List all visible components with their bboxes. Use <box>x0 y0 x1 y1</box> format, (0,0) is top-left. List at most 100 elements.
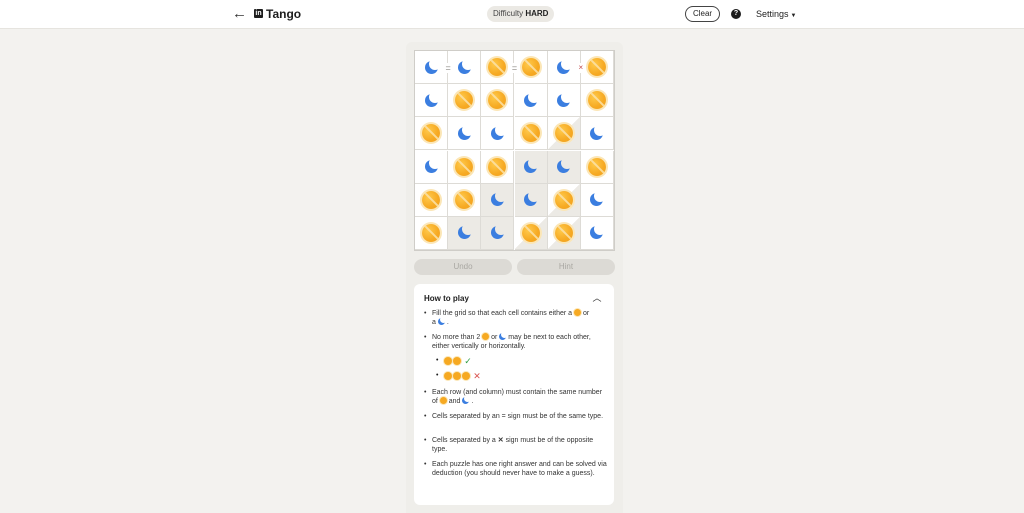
sun-icon <box>554 190 573 209</box>
board-cell[interactable] <box>580 84 614 118</box>
linkedin-logo: in <box>254 9 263 18</box>
board-cell[interactable] <box>481 183 515 217</box>
moon-icon <box>490 190 507 207</box>
board-cell[interactable] <box>514 84 548 118</box>
moon-icon <box>457 123 474 140</box>
cross-icon: ✕ <box>473 371 481 381</box>
settings-menu[interactable]: Settings ▼ <box>756 9 796 22</box>
arrow-left-icon[interactable]: ← <box>232 6 247 22</box>
sun-icon <box>587 157 606 176</box>
example-valid: ✓ <box>436 356 472 367</box>
board-cell[interactable] <box>448 183 482 217</box>
sun-icon <box>587 58 606 77</box>
board-cell[interactable] <box>547 216 581 250</box>
rule-text: . <box>446 319 449 326</box>
settings-label[interactable]: Settings <box>756 9 789 19</box>
board-cell[interactable] <box>580 216 614 250</box>
board-cell[interactable] <box>415 84 449 118</box>
difficulty-value: HARD <box>525 9 549 18</box>
sun-icon <box>554 223 573 242</box>
how-to-play-title: How to play <box>424 294 469 303</box>
moon-icon <box>557 90 574 107</box>
moon-icon <box>490 223 507 240</box>
control-row: Undo Hint <box>414 259 615 275</box>
hint-button[interactable]: Hint <box>517 259 615 275</box>
caret-down-icon[interactable]: ▼ <box>791 13 797 19</box>
board-cell[interactable] <box>448 216 482 250</box>
board-cell[interactable] <box>580 117 614 151</box>
board-cell[interactable] <box>580 150 614 184</box>
sun-icon <box>488 58 507 77</box>
difficulty-label: Difficulty <box>493 9 524 18</box>
moon-icon <box>590 190 607 207</box>
board-cell[interactable] <box>415 150 449 184</box>
moon-icon <box>424 157 441 174</box>
board-cell[interactable] <box>481 150 515 184</box>
sun-icon <box>521 58 540 77</box>
moon-icon <box>524 90 541 107</box>
sun-icon <box>422 190 441 209</box>
board-cell[interactable] <box>547 84 581 118</box>
moon-icon <box>424 57 441 74</box>
cross-icon: ✕ <box>497 437 504 444</box>
check-icon: ✓ <box>464 356 472 366</box>
board-cell[interactable] <box>547 150 581 184</box>
board-cell[interactable] <box>547 183 581 217</box>
sun-icon <box>521 223 540 242</box>
sun-icon <box>455 190 474 209</box>
board-cell[interactable] <box>481 216 515 250</box>
rule-fill-grid: Fill the grid so that each cell contains… <box>424 309 608 327</box>
equal-sign-icon: = <box>443 62 454 73</box>
board-cell[interactable] <box>481 117 515 151</box>
moon-icon <box>590 123 607 140</box>
cross-sign-icon: × <box>575 62 586 73</box>
rule-equal-count: Each row (and column) must contain the s… <box>424 388 608 406</box>
moon-icon <box>490 123 507 140</box>
moon-icon <box>557 57 574 74</box>
help-icon[interactable]: ? <box>731 9 741 19</box>
board-cell[interactable] <box>415 117 449 151</box>
moon-icon <box>524 157 541 174</box>
sun-icon <box>482 333 490 340</box>
rule-text: No more than 2 <box>432 334 481 341</box>
difficulty-badge: Difficulty HARD <box>487 6 555 22</box>
moon-icon <box>590 223 607 240</box>
moon-icon <box>457 223 474 240</box>
sun-icon <box>554 124 573 143</box>
sun-icon <box>574 309 582 316</box>
board-cell[interactable] <box>448 84 482 118</box>
board-cell[interactable] <box>514 150 548 184</box>
board-cell[interactable] <box>580 183 614 217</box>
board-cell[interactable] <box>514 216 548 250</box>
board-cell[interactable] <box>448 117 482 151</box>
moon-icon <box>462 395 472 404</box>
moon-icon <box>437 316 447 325</box>
board-cell[interactable] <box>415 216 449 250</box>
chevron-up-icon[interactable]: ︿ <box>591 292 603 304</box>
sun-icon <box>488 91 507 110</box>
board-cell[interactable] <box>481 84 515 118</box>
undo-button[interactable]: Undo <box>414 259 512 275</box>
sun-icon <box>521 124 540 143</box>
board-cell[interactable] <box>514 117 548 151</box>
board-cell[interactable] <box>514 183 548 217</box>
rule-one-answer: Each puzzle has one right answer and can… <box>424 460 608 478</box>
moon-icon <box>499 331 509 340</box>
rule-text: a <box>432 319 436 326</box>
moon-icon <box>457 57 474 74</box>
rule-text: or <box>491 334 498 341</box>
board-cell[interactable] <box>448 150 482 184</box>
board-cell[interactable] <box>547 117 581 151</box>
sun-icon <box>455 157 474 176</box>
board-cell[interactable] <box>415 183 449 217</box>
rule-cross-sign: Cells separated by a ✕ sign must be of t… <box>424 436 608 454</box>
rule-no-three: No more than 2 or may be next to each ot… <box>424 331 608 351</box>
equal-sign-icon: = <box>509 62 520 73</box>
top-bar: ← in Tango Difficulty HARD Clear ? Setti… <box>0 0 1024 29</box>
rule-text: and <box>448 398 461 405</box>
clear-button[interactable]: Clear <box>685 6 720 22</box>
app-title: Tango <box>266 7 302 21</box>
sun-icon <box>453 357 461 365</box>
sun-icon <box>444 372 452 380</box>
example-invalid: ✕ <box>436 371 481 382</box>
